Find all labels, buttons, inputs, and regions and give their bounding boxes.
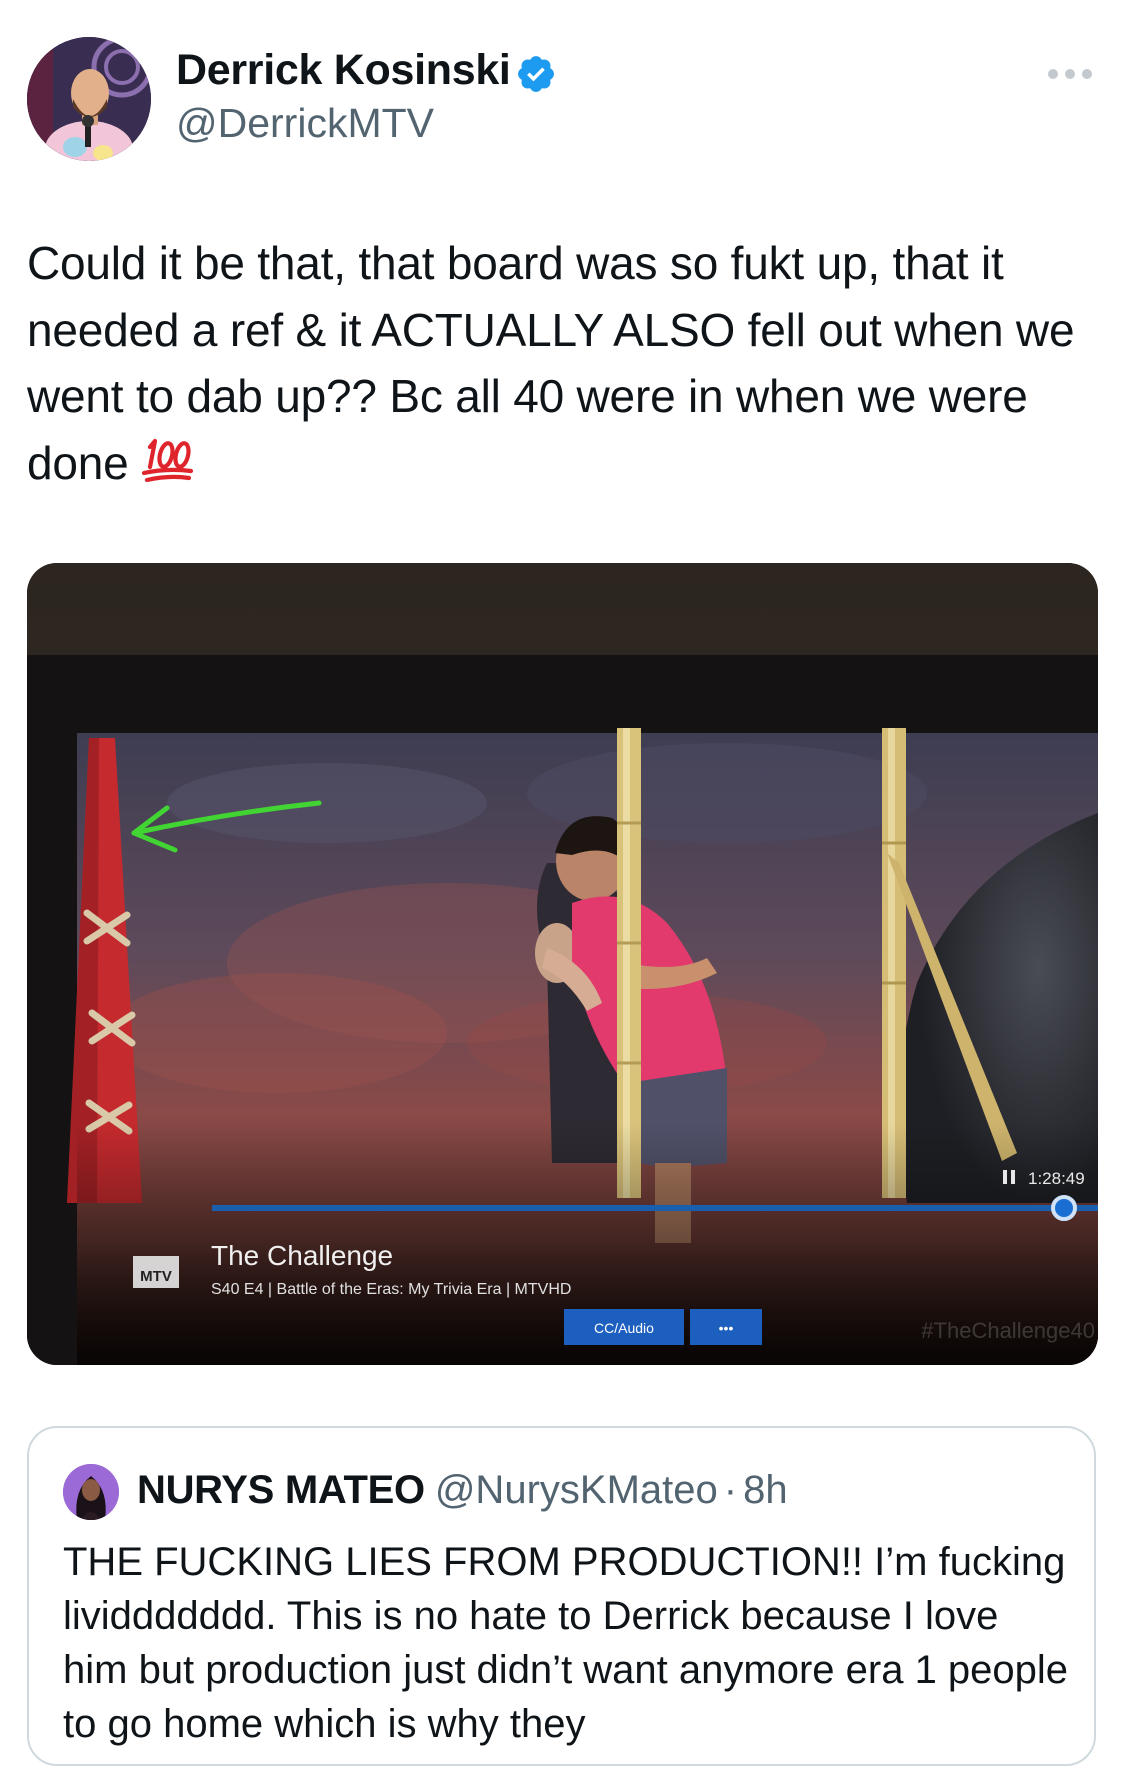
quoted-separator: ·	[723, 1468, 738, 1512]
tweet-media[interactable]: 1:28:49 MTV The Challenge S40 E4 | Battl…	[27, 563, 1098, 1365]
quoted-timestamp[interactable]: 8h	[743, 1468, 788, 1512]
playback-time: 1:28:49	[1028, 1169, 1085, 1188]
show-title: The Challenge	[211, 1240, 393, 1271]
cc-audio-button: CC/Audio	[594, 1320, 654, 1336]
hashtag-watermark: #TheChallenge40	[921, 1318, 1095, 1343]
author-name[interactable]: Derrick Kosinski	[176, 46, 511, 95]
quoted-tweet-header: NURYS MATEO @NurysKMateo · 8h	[137, 1468, 788, 1513]
quoted-profile-photo-icon	[63, 1464, 119, 1520]
quoted-author-name[interactable]: NURYS MATEO	[137, 1468, 425, 1512]
network-logo-text: MTV	[140, 1268, 172, 1285]
quoted-tweet-card[interactable]: NURYS MATEO @NurysKMateo · 8h THE FUCKING L…	[27, 1426, 1096, 1766]
author-avatar[interactable]	[27, 37, 151, 161]
more-horizontal-icon[interactable]	[1046, 62, 1094, 86]
100-points-emoji-icon	[141, 438, 193, 482]
profile-photo-icon	[27, 37, 151, 161]
mtv-logo-icon: MTV	[133, 1256, 179, 1288]
author-handle[interactable]: @DerrickMTV	[176, 100, 434, 147]
episode-info: S40 E4 | Battle of the Eras: My Trivia E…	[211, 1281, 571, 1298]
quoted-author-handle[interactable]: @NurysKMateo	[435, 1468, 718, 1512]
tv-more-button: •••	[719, 1320, 734, 1336]
verified-badge-icon[interactable]	[515, 53, 557, 95]
photo-of-tv-screen-icon: 1:28:49 MTV The Challenge S40 E4 | Battl…	[27, 563, 1098, 1365]
tweet-text: Could it be that, that board was so fukt…	[27, 230, 1102, 496]
quoted-author-avatar[interactable]	[63, 1464, 119, 1520]
